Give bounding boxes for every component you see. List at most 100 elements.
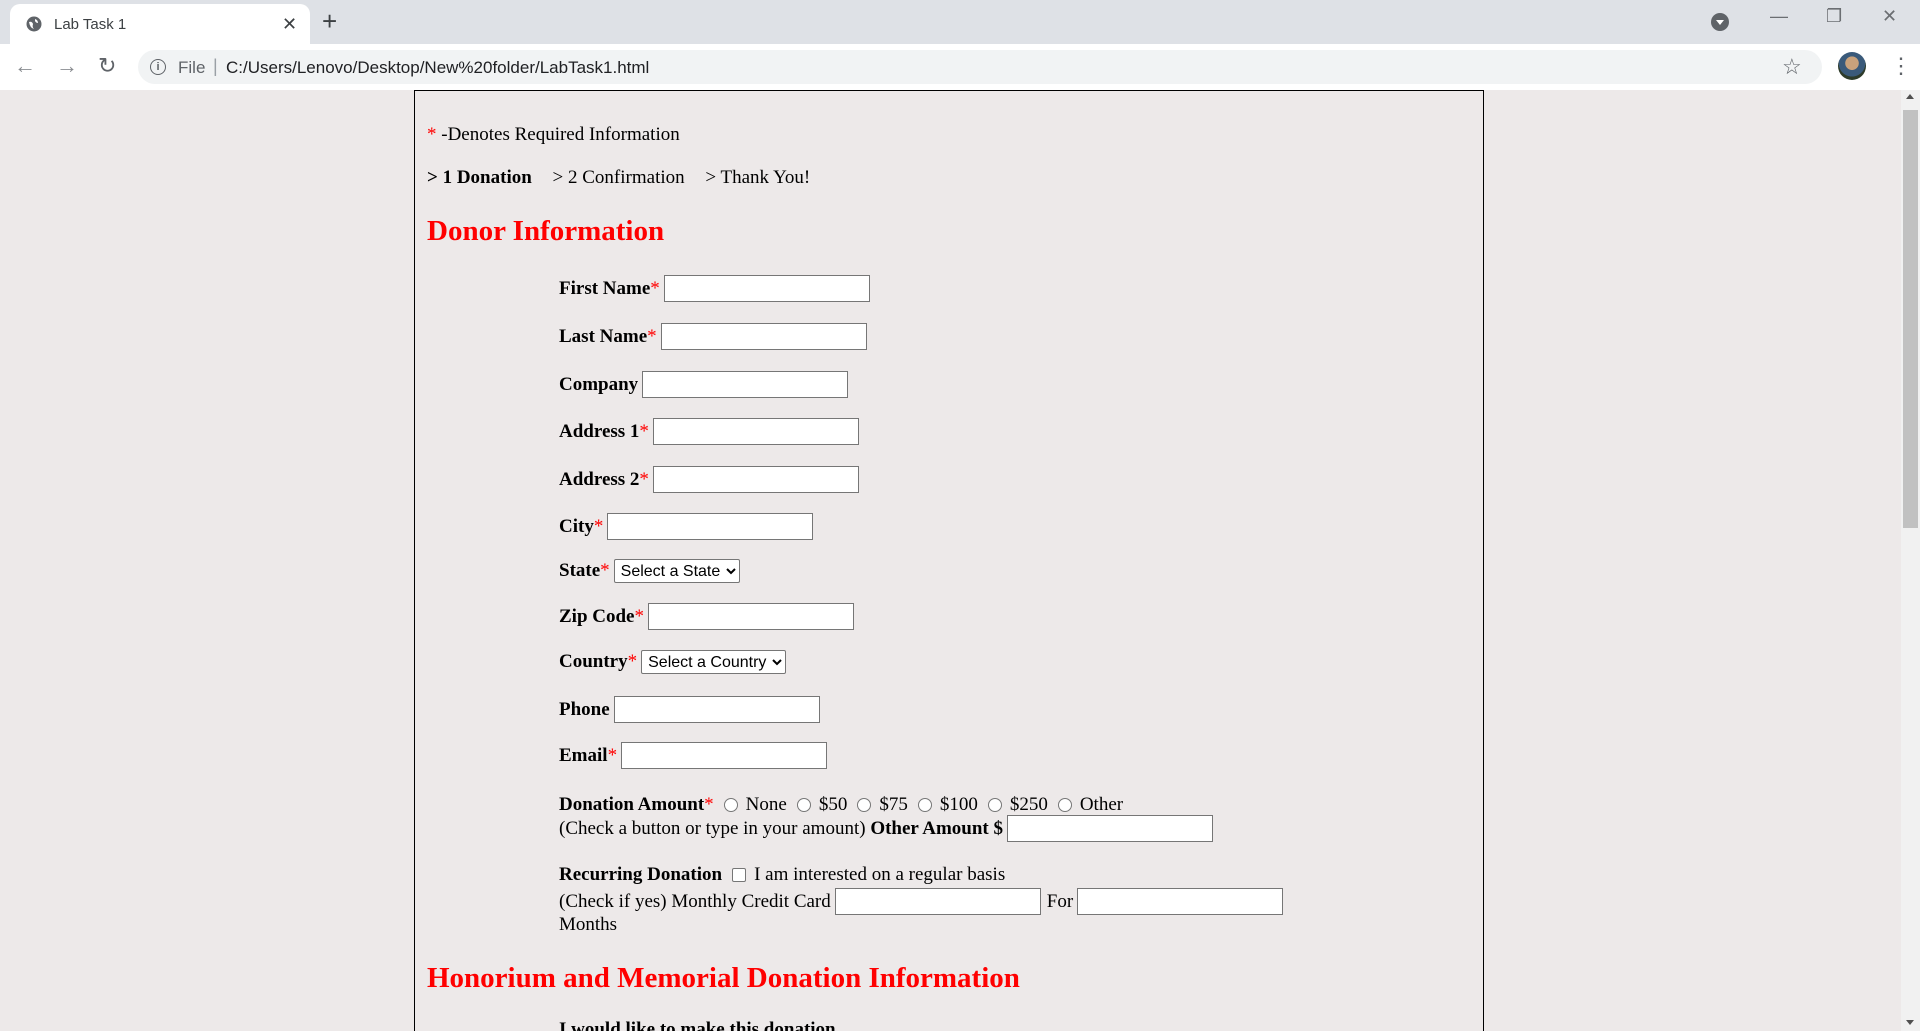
phone-label: Phone — [559, 698, 610, 720]
radio-75[interactable] — [857, 798, 872, 812]
other-amount-row: (Check a button or type in your amount) … — [559, 815, 1213, 842]
url-scheme: File — [178, 58, 206, 77]
company-label: Company — [559, 373, 639, 395]
reload-icon[interactable]: ↻ — [98, 52, 116, 80]
more-menu-icon[interactable]: ⋮ — [1890, 52, 1912, 80]
for-label: For — [1046, 890, 1074, 912]
minimize-icon[interactable]: — — [1770, 6, 1788, 27]
state-select[interactable]: Select a State — [613, 559, 740, 583]
required-note-text: -Denotes Required Information — [441, 124, 680, 145]
required-asterisk: * — [427, 124, 437, 145]
recurring-row: Recurring Donation I am interested on a … — [559, 864, 1005, 886]
new-tab-icon[interactable]: + — [322, 8, 337, 34]
required-note: * -Denotes Required Information — [427, 124, 680, 146]
radio-250-label: $250 — [1009, 794, 1048, 815]
form-container: * -Denotes Required Information > 1 Dona… — [414, 90, 1484, 1031]
first-name-input[interactable] — [663, 275, 870, 302]
scroll-up-icon[interactable] — [1906, 94, 1914, 99]
country-row: Country * Select a Country — [559, 650, 787, 674]
months-input[interactable] — [1077, 888, 1284, 915]
email-row: Email * — [559, 742, 828, 769]
company-row: Company — [559, 371, 849, 398]
radio-250[interactable] — [987, 798, 1002, 812]
months-row: Months — [559, 914, 617, 936]
state-row: State * Select a State — [559, 559, 740, 583]
scroll-thumb[interactable] — [1903, 110, 1918, 528]
donor-info-heading: Donor Information — [427, 215, 665, 247]
donation-amount-row: Donation Amount * None $50 $75 $100 $250 … — [559, 794, 1124, 815]
radio-75-label: $75 — [879, 794, 908, 815]
other-amount-label: Other Amount $ — [870, 817, 1003, 839]
restore-icon[interactable]: ❐ — [1826, 6, 1842, 27]
radio-none-label: None — [745, 794, 787, 815]
address1-label: Address 1 — [559, 420, 640, 442]
city-row: City * — [559, 513, 814, 540]
address2-input[interactable] — [652, 466, 859, 493]
forward-icon[interactable]: → — [56, 52, 78, 80]
recurring-label: Recurring Donation — [559, 864, 723, 885]
avatar[interactable] — [1838, 52, 1866, 80]
donation-amount-label: Donation Amount — [559, 794, 705, 815]
recurring-hint: (Check if yes) Monthly Credit Card — [559, 890, 831, 912]
first-name-label: First Name — [559, 277, 651, 299]
radio-none[interactable] — [723, 798, 738, 812]
radio-100-label: $100 — [939, 794, 978, 815]
back-icon[interactable]: ← — [14, 52, 36, 80]
browser-toolbar: ← → ↻ i File | C:/Users/Lenovo/Desktop/N… — [0, 44, 1920, 91]
months-label: Months — [559, 914, 618, 935]
honorium-first-line: I would like to make this donation — [559, 1019, 836, 1031]
radio-other[interactable] — [1057, 798, 1072, 812]
last-name-input[interactable] — [660, 323, 867, 350]
radio-other-label: Other — [1079, 794, 1124, 815]
close-tab-icon[interactable]: ✕ — [282, 14, 297, 34]
tab-title: Lab Task 1 — [54, 16, 127, 33]
url-text[interactable]: C:/Users/Lenovo/Desktop/New%20folder/Lab… — [226, 58, 649, 78]
radio-100[interactable] — [917, 798, 932, 812]
page-viewport: * -Denotes Required Information > 1 Dona… — [0, 90, 1901, 1031]
radio-50[interactable] — [796, 798, 811, 812]
step-donation: > 1 Donation — [427, 167, 532, 188]
scroll-down-icon[interactable] — [1906, 1020, 1914, 1025]
first-name-row: First Name * — [559, 275, 870, 302]
phone-input[interactable] — [613, 696, 820, 723]
address2-label: Address 2 — [559, 468, 640, 490]
step-indicator: > 1 Donation > 2 Confirmation > Thank Yo… — [427, 167, 826, 189]
info-icon[interactable]: i — [150, 59, 166, 75]
browser-tab[interactable]: Lab Task 1 ✕ — [10, 4, 310, 44]
company-input[interactable] — [642, 371, 849, 398]
zip-row: Zip Code * — [559, 603, 854, 630]
step-thank-you: > Thank You! — [705, 167, 811, 188]
recurring-checkbox-text: I am interested on a regular basis — [754, 864, 1006, 885]
state-label: State — [559, 560, 601, 581]
address1-input[interactable] — [652, 418, 859, 445]
zip-label: Zip Code — [559, 605, 635, 627]
city-label: City — [559, 515, 594, 537]
city-input[interactable] — [607, 513, 814, 540]
email-label: Email — [559, 744, 608, 766]
last-name-row: Last Name * — [559, 323, 867, 350]
honorium-first-row: I would like to make this donation — [559, 1019, 836, 1031]
honorium-heading: Honorium and Memorial Donation Informati… — [427, 962, 1020, 994]
profile-dropdown-icon[interactable] — [1711, 13, 1729, 31]
email-input[interactable] — [621, 742, 828, 769]
bookmark-star-icon[interactable]: ☆ — [1782, 54, 1802, 80]
address1-row: Address 1 * — [559, 418, 859, 445]
last-name-label: Last Name — [559, 325, 648, 347]
radio-50-label: $50 — [818, 794, 848, 815]
credit-card-input[interactable] — [834, 888, 1041, 915]
tab-strip: Lab Task 1 ✕ + — ❐ ✕ — [0, 0, 1920, 44]
address-bar[interactable]: i File | C:/Users/Lenovo/Desktop/New%20f… — [138, 50, 1822, 84]
country-select[interactable]: Select a Country — [641, 650, 787, 674]
other-amount-input[interactable] — [1007, 815, 1213, 842]
credit-card-row: (Check if yes) Monthly Credit Card For — [559, 888, 1284, 915]
globe-icon — [26, 16, 42, 32]
address2-row: Address 2 * — [559, 466, 859, 493]
step-confirmation: > 2 Confirmation — [552, 167, 685, 188]
donation-hint: (Check a button or type in your amount) — [559, 817, 866, 839]
url-separator: | — [213, 56, 218, 76]
recurring-checkbox[interactable] — [732, 868, 747, 882]
vertical-scrollbar[interactable] — [1901, 90, 1920, 1031]
zip-input[interactable] — [648, 603, 854, 630]
country-label: Country — [559, 651, 628, 672]
close-window-icon[interactable]: ✕ — [1882, 6, 1897, 27]
